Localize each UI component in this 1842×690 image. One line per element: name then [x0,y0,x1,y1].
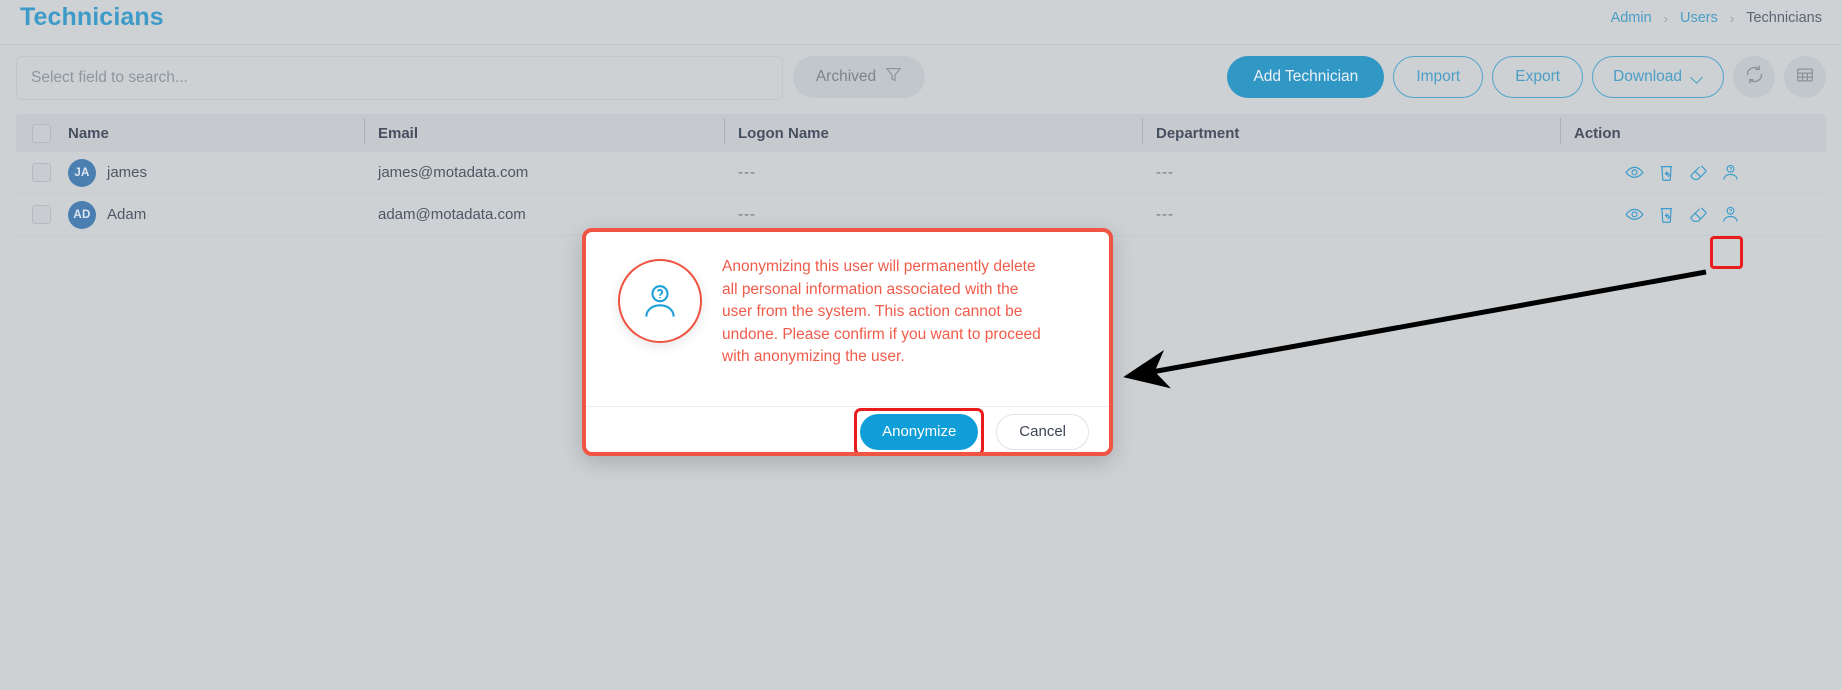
breadcrumb-item-admin[interactable]: Admin [1611,10,1652,26]
cell-actions [1560,205,1826,224]
cell-email: james@motadata.com [378,164,529,181]
cell-logon-name: --- [738,164,756,181]
column-header-email[interactable]: Email [364,117,724,144]
breadcrumb-item-technicians: Technicians [1746,10,1822,26]
funnel-icon [885,66,902,88]
anonymize-user-icon [618,259,702,343]
cell-logon-name: --- [738,206,756,223]
table-row[interactable]: JA james james@motadata.com --- --- [16,152,1826,194]
technician-name[interactable]: Adam [107,206,146,223]
download-button[interactable]: Download [1592,56,1724,98]
eraser-icon[interactable] [1689,163,1708,182]
search-input[interactable]: Select field to search... [16,56,783,100]
technicians-table: Name Email Logon Name Department Action … [16,114,1826,236]
column-header-department[interactable]: Department [1142,117,1560,144]
select-all-checkbox[interactable] [16,123,54,143]
toolbar-actions: Add Technician Import Export Download [1227,56,1826,98]
cell-department: --- [1156,164,1174,181]
checkbox-box [32,205,51,224]
breadcrumb: Admin › Users › Technicians [1611,10,1822,26]
row-checkbox[interactable] [16,163,54,182]
row-checkbox[interactable] [16,205,54,224]
toolbar: Select field to search... Archived Add T… [0,45,1842,112]
cell-name: JA james [54,158,364,187]
checkbox-box [32,163,51,182]
search-placeholder: Select field to search... [31,69,188,86]
archived-filter-chip[interactable]: Archived [793,56,925,98]
breadcrumb-item-users[interactable]: Users [1680,10,1718,26]
cancel-button[interactable]: Cancel [996,413,1089,450]
technicians-page: Technicians Admin › Users › Technicians … [0,0,1842,690]
table-header-row: Name Email Logon Name Department Action [16,114,1826,152]
refresh-button[interactable] [1733,56,1775,98]
avatar: JA [68,158,96,187]
anonymize-icon-highlight [1710,236,1743,269]
avatar: AD [68,200,96,229]
cell-actions [1560,163,1826,182]
modal-footer: Anonymize Cancel [586,406,1109,452]
archive-icon[interactable] [1657,163,1676,182]
modal-body: Anonymizing this user will permanently d… [586,232,1109,406]
chevron-right-icon: › [1663,10,1669,26]
column-header-logon-name[interactable]: Logon Name [724,117,1142,144]
chevron-right-icon: › [1729,10,1735,26]
anonymize-user-icon[interactable] [1721,163,1740,182]
eraser-icon[interactable] [1689,205,1708,224]
column-header-action: Action [1560,117,1826,144]
technician-name[interactable]: james [107,164,147,181]
checkbox-box [32,123,51,143]
page-header: Technicians Admin › Users › Technicians [0,0,1842,45]
import-button[interactable]: Import [1393,56,1484,98]
modal-message: Anonymizing this user will permanently d… [722,258,1041,365]
cell-department: --- [1156,206,1174,223]
add-technician-button[interactable]: Add Technician [1227,56,1385,98]
export-button[interactable]: Export [1492,56,1584,98]
anonymize-confirm-button[interactable]: Anonymize [860,413,979,450]
column-header-name[interactable]: Name [54,125,364,142]
archived-filter-label: Archived [815,68,877,85]
archive-icon[interactable] [1657,205,1676,224]
table-view-icon [1795,65,1815,90]
page-title: Technicians [20,3,164,31]
cell-email: adam@motadata.com [378,206,526,223]
chevron-down-icon [1692,72,1703,83]
cell-name: AD Adam [54,200,364,229]
anonymize-user-icon[interactable] [1721,205,1740,224]
anonymize-confirm-modal: Anonymizing this user will permanently d… [582,228,1113,456]
table-view-button[interactable] [1784,56,1826,98]
confirm-button-highlight: Anonymize [854,407,985,452]
download-button-label: Download [1613,68,1682,85]
view-icon[interactable] [1625,163,1644,182]
view-icon[interactable] [1625,205,1644,224]
refresh-icon [1744,64,1765,90]
